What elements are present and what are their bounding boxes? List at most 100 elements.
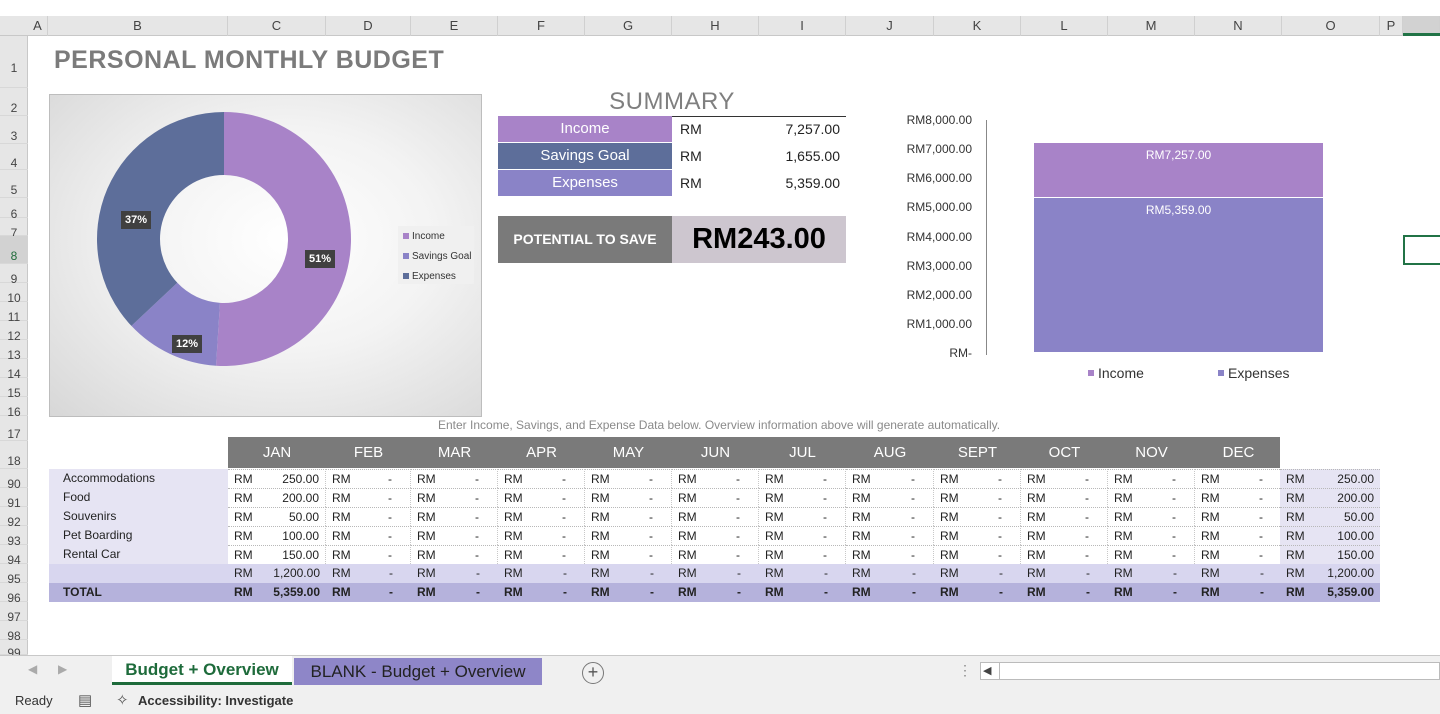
amount-cell[interactable]: RM -	[411, 545, 498, 564]
summary-row-expenses[interactable]: Expenses RM 5,359.00	[498, 170, 846, 196]
amount-cell[interactable]: RM -	[1108, 526, 1195, 545]
row-label-cell[interactable]: Food	[49, 488, 228, 507]
column-header[interactable]: K	[934, 16, 1021, 36]
row-header[interactable]: 94	[0, 545, 28, 567]
amount-cell[interactable]: RM -	[846, 488, 934, 507]
amount-cell[interactable]: RM 1,200.00	[228, 564, 326, 583]
column-header[interactable]: G	[585, 16, 672, 36]
amount-cell[interactable]: RM -	[326, 469, 411, 488]
row-header[interactable]: 93	[0, 526, 28, 548]
amount-cell[interactable]: RM -	[1108, 545, 1195, 564]
amount-cell[interactable]: RM -	[1195, 507, 1282, 526]
column-header[interactable]: A	[28, 16, 48, 36]
amount-cell[interactable]: RM -	[1108, 564, 1195, 583]
amount-cell[interactable]: RM -	[1021, 564, 1108, 583]
row-header[interactable]: 5	[0, 170, 28, 198]
amount-cell[interactable]: RM -	[1021, 507, 1108, 526]
row-header[interactable]: 96	[0, 583, 28, 605]
row-header[interactable]: 3	[0, 116, 28, 144]
tab-scroll-right-icon[interactable]: ▶	[58, 662, 67, 676]
amount-cell[interactable]: RM -	[498, 469, 585, 488]
macro-recorder-icon[interactable]: ▤	[78, 691, 92, 709]
amount-cell[interactable]: RM -	[934, 469, 1021, 488]
row-header[interactable]: 17	[0, 416, 28, 441]
row-header[interactable]: 12	[0, 321, 28, 343]
amount-cell[interactable]: RM -	[759, 545, 846, 564]
row-header[interactable]: 11	[0, 302, 28, 324]
amount-cell[interactable]: RM -	[934, 564, 1021, 583]
amount-cell[interactable]: RM -	[934, 488, 1021, 507]
amount-cell[interactable]: RM -	[1108, 469, 1195, 488]
amount-cell[interactable]: RM -	[1195, 469, 1282, 488]
summary-row-income[interactable]: Income RM 7,257.00	[498, 116, 846, 142]
amount-cell[interactable]: RM -	[1195, 526, 1282, 545]
amount-cell[interactable]: RM -	[1108, 583, 1195, 602]
row-label-cell[interactable]: Pet Boarding	[49, 526, 228, 545]
amount-cell[interactable]: RM -	[759, 507, 846, 526]
amount-cell[interactable]: RM -	[846, 526, 934, 545]
column-header[interactable]: D	[326, 16, 411, 36]
amount-cell[interactable]: RM 50.00	[228, 507, 326, 526]
column-header[interactable]: L	[1021, 16, 1108, 36]
column-header[interactable]: F	[498, 16, 585, 36]
amount-cell[interactable]: RM -	[672, 583, 759, 602]
row-header[interactable]: 7	[0, 218, 28, 240]
amount-cell[interactable]: RM -	[672, 545, 759, 564]
row-header[interactable]: 13	[0, 340, 28, 362]
column-header[interactable]: C	[228, 16, 326, 36]
selected-cell[interactable]	[1403, 235, 1440, 265]
amount-cell[interactable]: RM -	[934, 526, 1021, 545]
row-header[interactable]: 97	[0, 602, 28, 624]
amount-cell[interactable]: RM -	[585, 488, 672, 507]
amount-cell[interactable]: RM -	[326, 507, 411, 526]
amount-cell[interactable]: RM 250.00	[228, 469, 326, 488]
amount-cell[interactable]: RM -	[585, 545, 672, 564]
row-label-cell[interactable]: Rental Car	[49, 545, 228, 564]
amount-cell[interactable]: RM -	[759, 583, 846, 602]
row-header[interactable]: 6	[0, 198, 28, 221]
amount-cell[interactable]: RM -	[326, 488, 411, 507]
row-header[interactable]: 10	[0, 283, 28, 305]
row-header[interactable]: 15	[0, 378, 28, 400]
amount-cell[interactable]: RM -	[585, 526, 672, 545]
amount-cell[interactable]: RM 50.00	[1280, 507, 1380, 526]
amount-cell[interactable]: RM 1,200.00	[1280, 564, 1380, 583]
amount-cell[interactable]: RM -	[326, 526, 411, 545]
amount-cell[interactable]: RM -	[326, 583, 411, 602]
row-label-cell[interactable]: Accommodations	[49, 469, 228, 488]
amount-cell[interactable]: RM -	[672, 469, 759, 488]
amount-cell[interactable]: RM -	[1021, 488, 1108, 507]
horizontal-scrollbar[interactable]: ◀	[980, 662, 1440, 680]
row-header[interactable]: 1	[0, 36, 28, 88]
amount-cell[interactable]: RM 250.00	[1280, 469, 1380, 488]
row-header[interactable]: 2	[0, 88, 28, 116]
row-header[interactable]: 95	[0, 564, 28, 586]
amount-cell[interactable]: RM -	[326, 545, 411, 564]
tab-blank-budget-overview[interactable]: BLANK - Budget + Overview	[294, 658, 542, 685]
splitter-icon[interactable]: ⋮	[958, 662, 972, 679]
amount-cell[interactable]: RM -	[585, 564, 672, 583]
amount-cell[interactable]: RM -	[672, 488, 759, 507]
amount-cell[interactable]: RM -	[672, 507, 759, 526]
bar-expenses[interactable]: RM5,359.00	[1033, 196, 1324, 353]
amount-cell[interactable]: RM -	[411, 488, 498, 507]
amount-cell[interactable]: RM -	[498, 564, 585, 583]
row-header[interactable]: 4	[0, 144, 28, 170]
column-header[interactable]: H	[672, 16, 759, 36]
income-expense-bar-chart[interactable]: RM8,000.00 RM7,000.00 RM6,000.00 RM5,000.00…	[880, 100, 1350, 400]
row-label-cell[interactable]: Souvenirs	[49, 507, 228, 526]
amount-cell[interactable]: RM -	[846, 583, 934, 602]
amount-cell[interactable]: RM -	[846, 564, 934, 583]
amount-cell[interactable]: RM -	[672, 564, 759, 583]
row-header[interactable]: 8	[0, 236, 28, 264]
amount-cell[interactable]: RM -	[498, 583, 585, 602]
amount-cell[interactable]: RM -	[759, 526, 846, 545]
add-sheet-icon[interactable]: +	[582, 662, 604, 684]
amount-cell[interactable]: RM -	[934, 507, 1021, 526]
amount-cell[interactable]: RM -	[585, 507, 672, 526]
amount-cell[interactable]: RM -	[1108, 488, 1195, 507]
column-header[interactable]: M	[1108, 16, 1195, 36]
column-header[interactable]: E	[411, 16, 498, 36]
pie-slice-expenses[interactable]	[96, 112, 224, 326]
amount-cell[interactable]: RM 5,359.00	[228, 583, 326, 602]
